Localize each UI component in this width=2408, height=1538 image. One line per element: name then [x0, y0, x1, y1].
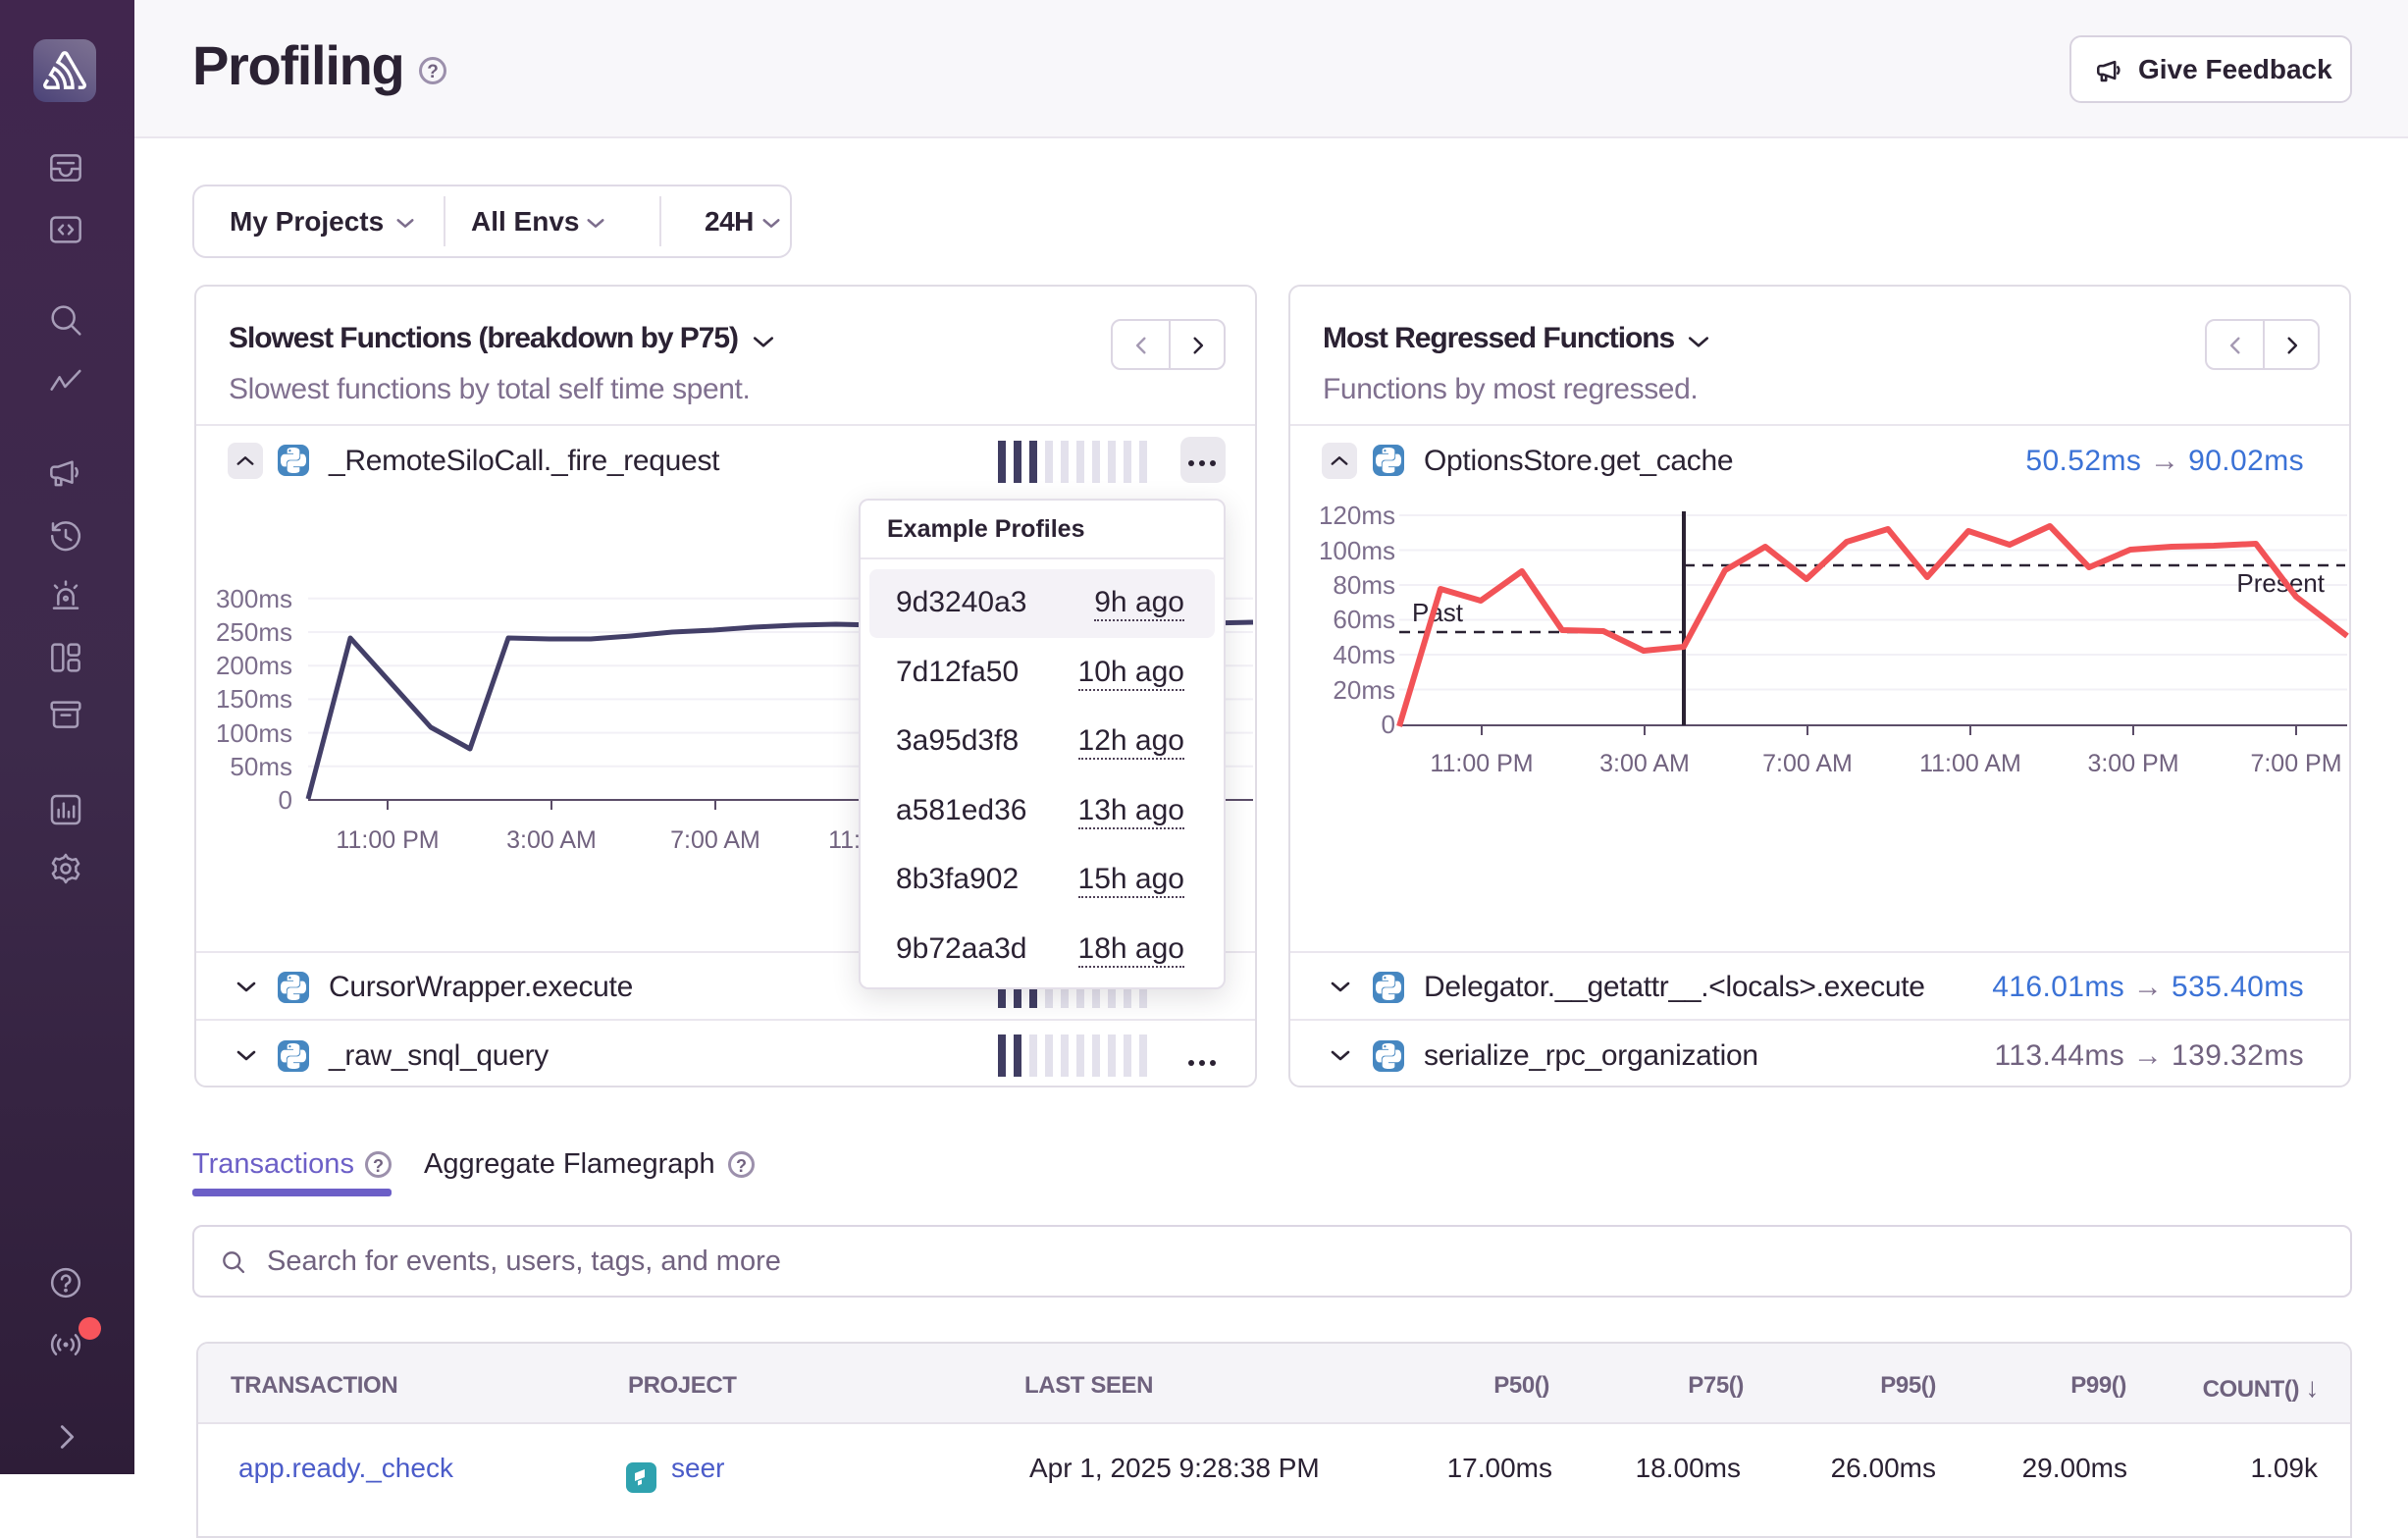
svg-text:3:00 AM: 3:00 AM	[506, 826, 597, 854]
svg-text:250ms: 250ms	[216, 617, 292, 647]
svg-text:200ms: 200ms	[216, 651, 292, 680]
svg-text:7:00 AM: 7:00 AM	[670, 826, 760, 854]
svg-text:0: 0	[1382, 710, 1395, 739]
svg-text:100ms: 100ms	[1319, 536, 1395, 565]
svg-text:11:00 PM: 11:00 PM	[336, 826, 439, 854]
svg-text:7:00 AM: 7:00 AM	[1762, 750, 1853, 777]
svg-text:300ms: 300ms	[216, 584, 292, 613]
svg-text:50ms: 50ms	[230, 752, 292, 781]
svg-text:40ms: 40ms	[1333, 640, 1395, 669]
svg-text:80ms: 80ms	[1333, 570, 1395, 600]
svg-text:60ms: 60ms	[1333, 605, 1395, 634]
svg-text:20ms: 20ms	[1333, 675, 1395, 705]
svg-text:100ms: 100ms	[216, 718, 292, 748]
svg-text:120ms: 120ms	[1319, 501, 1395, 530]
svg-text:3:00 AM: 3:00 AM	[1599, 750, 1690, 777]
svg-text:3:00 PM: 3:00 PM	[2087, 750, 2178, 777]
svg-text:0: 0	[279, 785, 292, 815]
svg-text:11:00 PM: 11:00 PM	[1430, 750, 1533, 777]
svg-text:150ms: 150ms	[216, 684, 292, 714]
svg-text:7:00 PM: 7:00 PM	[2250, 750, 2341, 777]
svg-text:11:00 AM: 11:00 AM	[1919, 750, 2021, 777]
